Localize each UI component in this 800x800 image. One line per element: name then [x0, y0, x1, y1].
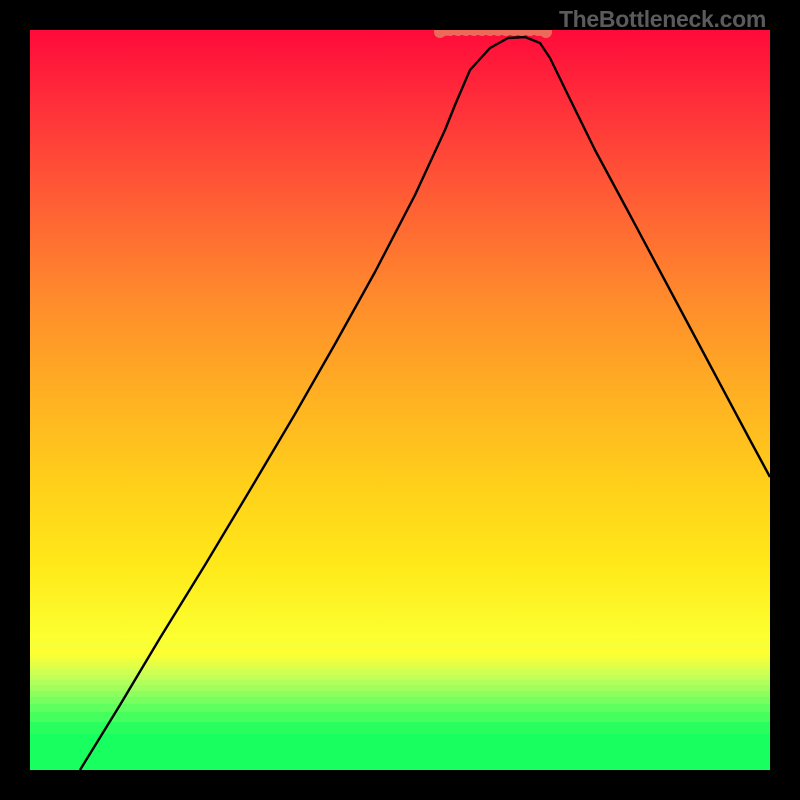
highlight-band: [434, 30, 552, 38]
chart-frame: [30, 30, 770, 770]
bottleneck-curve: [80, 37, 770, 770]
watermark-text: TheBottleneck.com: [559, 6, 766, 33]
chart-svg: [30, 30, 770, 770]
